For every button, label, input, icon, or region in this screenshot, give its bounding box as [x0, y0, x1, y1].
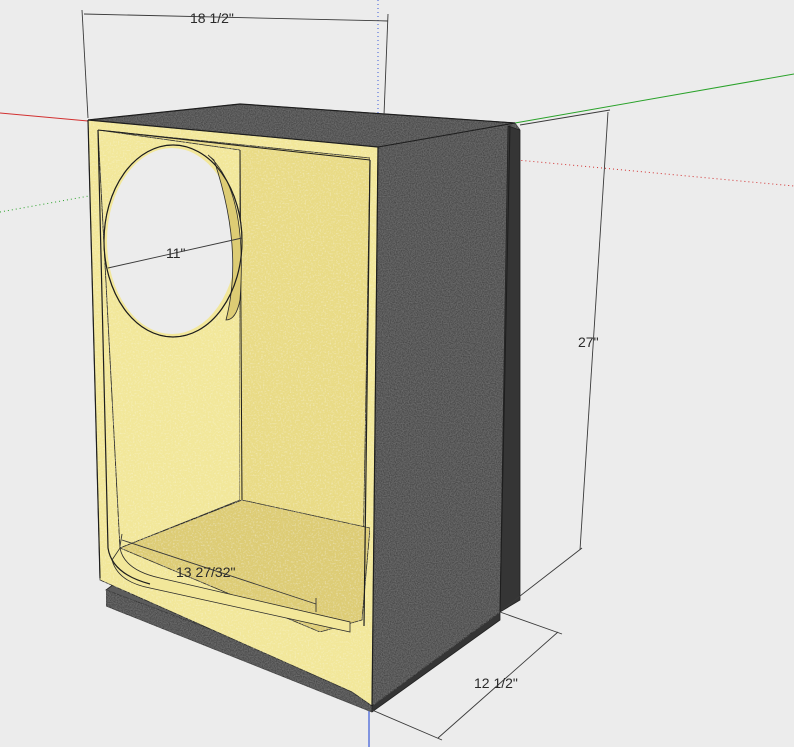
depth-dimension-label: 12 1/2"	[474, 675, 518, 691]
speaker-cutout[interactable]	[103, 144, 243, 338]
inner-width-dimension-label: 13 27/32"	[176, 564, 235, 580]
width-dimension-label: 18 1/2"	[190, 10, 234, 26]
cutout-diameter-label: 11"	[166, 245, 186, 261]
speaker-box-model-view[interactable]: 18 1/2" 27" 12 1/2" 11" 13 27/32"	[0, 0, 794, 747]
height-dimension-label: 27"	[578, 334, 599, 350]
speaker-cutout-hole	[107, 148, 237, 334]
